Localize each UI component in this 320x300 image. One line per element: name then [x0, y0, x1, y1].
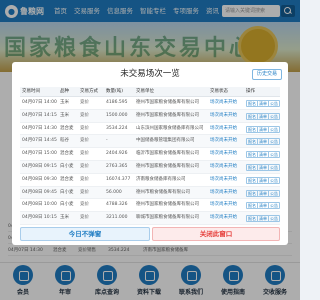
column-header: 交易时间 — [22, 89, 40, 94]
cell-mode: 竞价 — [80, 215, 89, 221]
cell-org: 聊城市国家粮食储备库有限公司 — [136, 215, 199, 221]
column-header: 交易单位 — [136, 89, 154, 94]
cell-variety: 白小麦 — [60, 164, 74, 169]
cell-org: 临沂市国家粮食储备库有限公司 — [136, 151, 199, 157]
table-row: 04月08日 10:00 白小麦 竞价 4788.326 德州市国家粮食储备库有限公司 场… — [20, 199, 280, 213]
row-action-button[interactable]: 公告 — [268, 138, 280, 146]
cell-mode: 竞价 — [80, 189, 89, 195]
pending-sessions-modal: 未交易场次一览 历史交易 交易时间 品种 交易方式 数量(吨) 交易单位 交易状… — [12, 62, 288, 245]
column-header: 交易状态 — [210, 89, 228, 94]
column-header: 操作 — [246, 89, 255, 94]
cell-time: 04月07日 14:15 — [22, 112, 57, 118]
cell-mode: 竞价 — [80, 125, 89, 131]
table-row: 04月07日 15:00 混合麦 竞价 2404.926 临沂市国家粮食储备库有限公司 场… — [20, 148, 280, 161]
cell-time: 04月07日 14:30 — [22, 125, 57, 131]
cell-org: 山东滨州国家粮食储备库有限公司 — [136, 125, 204, 131]
cell-status: 场次尚未开始 — [210, 112, 237, 118]
row-action-button[interactable]: 公告 — [268, 215, 280, 223]
cell-org: 德州市粮食储备库有限公司 — [136, 189, 190, 195]
cell-status: 场次尚未开始 — [210, 100, 237, 105]
cell-status: 场次尚未开始 — [210, 164, 237, 169]
row-action-button[interactable]: 公告 — [268, 176, 280, 184]
cell-qty: - — [106, 138, 108, 144]
row-action-button[interactable]: 公告 — [268, 125, 280, 133]
table-row: 04月07日 14:30 混合麦 竞价 3534.224 山东滨州国家粮食储备库有限公司… — [20, 123, 280, 136]
cell-status: 场次尚未开始 — [210, 151, 237, 157]
cell-variety: 白小麦 — [60, 189, 74, 195]
cell-org: 德州市国家粮食储备库有限公司 — [136, 112, 199, 118]
table-row: 04月08日 09:15 白小麦 竞价 2763.365 德州市国家粮食储备库有限公司 场… — [20, 161, 280, 174]
table-row: 04月08日 09:45 白小麦 竞价 56.000 德州市粮食储备库有限公司 场次尚未开… — [20, 186, 280, 200]
cell-org: 德州市国家粮食储备库有限公司 — [136, 100, 199, 105]
cell-status: 场次尚未开始 — [210, 202, 237, 208]
cell-time: 04月07日 14:00 — [22, 100, 57, 105]
cell-time: 04月08日 09:15 — [22, 164, 57, 169]
cell-mode: 竞价 — [80, 151, 89, 157]
cell-mode: 竞价 — [80, 164, 89, 169]
cell-qty: 4788.326 — [106, 202, 128, 208]
cell-variety: 白小麦 — [60, 202, 74, 208]
column-header: 交易方式 — [80, 89, 98, 94]
table-row: 04月08日 09:30 混合麦 竞价 16074.377 济南粮食储备库有限公司 场次尚… — [20, 174, 280, 187]
cell-mode: 竞价 — [80, 138, 89, 144]
row-action-button[interactable]: 公告 — [268, 151, 280, 159]
cell-status: 场次尚未开始 — [210, 215, 237, 221]
cell-time: 04月08日 10:00 — [22, 202, 57, 208]
cell-variety: 玉米 — [60, 112, 69, 118]
cell-mode: 竞价 — [80, 176, 89, 182]
today-no-popup-button[interactable]: 今日不弹窗 — [20, 227, 150, 241]
cell-variety: 玉米 — [60, 215, 69, 221]
cell-qty: 16074.377 — [106, 176, 131, 182]
column-header: 品种 — [60, 89, 69, 94]
cell-variety: 混合麦 — [60, 151, 74, 157]
cell-mode: 竞价 — [80, 112, 89, 118]
close-window-button[interactable]: 关闭此窗口 — [152, 227, 280, 241]
table-row: 04月07日 14:00 玉米 竞价 4186.595 德州市国家粮食储备库有限公司 场次… — [20, 97, 280, 110]
cell-status: 场次尚未开始 — [210, 138, 237, 144]
row-action-button[interactable]: 公告 — [268, 189, 280, 197]
cell-time: 04月08日 09:30 — [22, 176, 57, 182]
cell-org: 济南粮食储备库有限公司 — [136, 176, 186, 182]
cell-org: 中国储备粮管理集团有限公司 — [136, 138, 195, 144]
cell-qty: 56.000 — [106, 189, 122, 195]
table-row: 04月07日 14:45 稻谷 竞价 - 中国储备粮管理集团有限公司 场次尚未开始 报名 清单… — [20, 135, 280, 149]
cell-org: 德州市国家粮食储备库有限公司 — [136, 202, 199, 208]
table-row: 04月08日 10:15 玉米 竞价 3211.000 聊城市国家粮食储备库有限公司 场次… — [20, 212, 280, 225]
cell-status: 场次尚未开始 — [210, 189, 237, 195]
row-action-button[interactable]: 公告 — [268, 202, 280, 210]
column-header: 数量(吨) — [106, 89, 124, 94]
cell-time: 04月08日 09:45 — [22, 189, 57, 195]
cell-variety: 玉米 — [60, 100, 69, 105]
row-action-button[interactable]: 公告 — [268, 100, 280, 107]
modal-title: 未交易场次一览 — [120, 69, 180, 79]
cell-qty: 2763.365 — [106, 164, 128, 169]
cell-mode: 竞价 — [80, 202, 89, 208]
cell-status: 场次尚未开始 — [210, 125, 237, 131]
history-trades-button[interactable]: 历史交易 — [252, 69, 282, 80]
cell-time: 04月07日 15:00 — [22, 151, 57, 157]
cell-variety: 混合麦 — [60, 176, 74, 182]
table-row: 04月07日 14:15 玉米 竞价 1500.000 德州市国家粮食储备库有限公司 场次… — [20, 109, 280, 123]
cell-qty: 3534.224 — [106, 125, 128, 131]
cell-qty: 4186.595 — [106, 100, 128, 105]
cell-variety: 稻谷 — [60, 138, 69, 144]
row-action-button[interactable]: 公告 — [268, 112, 280, 120]
cell-mode: 竞价 — [80, 100, 89, 105]
cell-qty: 2404.926 — [106, 151, 128, 157]
cell-qty: 3211.000 — [106, 215, 128, 221]
row-action-button[interactable]: 公告 — [268, 164, 280, 171]
cell-time: 04月08日 10:15 — [22, 215, 57, 221]
cell-status: 场次尚未开始 — [210, 176, 237, 182]
cell-time: 04月07日 14:45 — [22, 138, 57, 144]
sessions-table-body: 04月07日 14:00 玉米 竞价 4186.595 德州市国家粮食储备库有限公司 场次… — [20, 97, 280, 225]
cell-qty: 1500.000 — [106, 112, 128, 118]
table-header: 交易时间 品种 交易方式 数量(吨) 交易单位 交易状态 操作 — [20, 87, 280, 97]
cell-org: 德州市国家粮食储备库有限公司 — [136, 164, 199, 169]
cell-variety: 混合麦 — [60, 125, 74, 131]
